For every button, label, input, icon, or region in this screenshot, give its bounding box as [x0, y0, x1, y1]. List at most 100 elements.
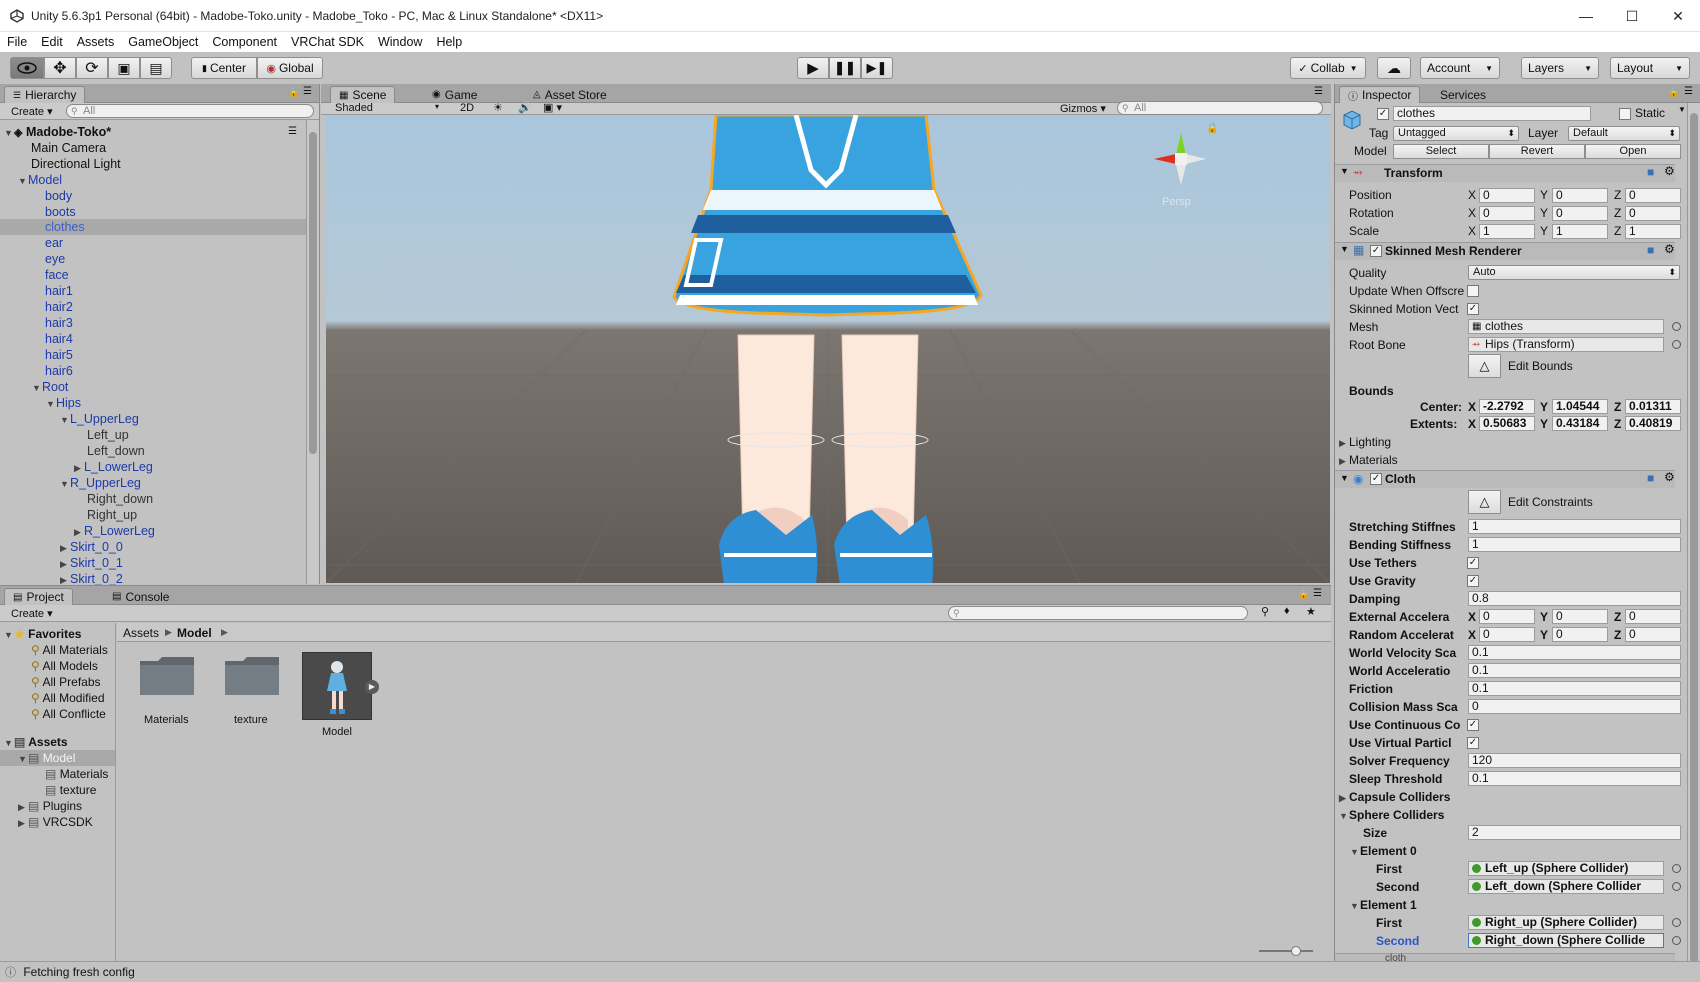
menu-component[interactable]: Component	[205, 35, 284, 49]
hierarchy-item-right-down[interactable]: Right_down	[87, 491, 153, 507]
model-revert-button[interactable]: Revert	[1489, 144, 1585, 159]
tab-inspector[interactable]: ⓘ Inspector	[1339, 86, 1421, 103]
collab-dropdown[interactable]: ✓ Collab ▼	[1290, 57, 1366, 79]
hierarchy-item-face[interactable]: face	[45, 267, 69, 283]
menu-assets[interactable]: Assets	[70, 35, 122, 49]
scene-menu-icon[interactable]: ☰	[288, 126, 297, 137]
hierarchy-item-hair1[interactable]: hair1	[45, 283, 73, 299]
panel-menu-icon[interactable]: ☰	[1314, 86, 1323, 97]
tab-game[interactable]: ◉ Game	[424, 86, 485, 103]
bounds-center-z-field[interactable]: 0.01311	[1625, 399, 1681, 414]
e0-second-field[interactable]: Left_down (Sphere Collider	[1468, 879, 1664, 894]
random-accel-x-field[interactable]: 0	[1479, 627, 1535, 642]
hierarchy-item-hair3[interactable]: hair3	[45, 315, 73, 331]
object-picker-icon[interactable]	[1672, 340, 1681, 349]
hierarchy-item-skirt-0-1[interactable]: ▶ Skirt_0_1	[60, 555, 123, 571]
update-offscreen-checkbox[interactable]	[1467, 285, 1479, 297]
rect-tool-button[interactable]: ▤	[140, 57, 172, 79]
hierarchy-item-left-down[interactable]: Left_down	[87, 443, 145, 459]
hierarchy-item-directional-light[interactable]: Directional Light	[31, 156, 121, 172]
quality-dropdown[interactable]: Auto	[1468, 265, 1680, 280]
hierarchy-item-model[interactable]: ▼Model	[18, 172, 62, 188]
tab-scene[interactable]: ▦ Scene	[330, 86, 396, 103]
favorite-star-icon[interactable]: ★	[1306, 605, 1316, 618]
friction-field[interactable]: 0.1	[1468, 681, 1681, 696]
panel-menu-icon[interactable]: ☰	[303, 86, 312, 97]
bending-field[interactable]: 1	[1468, 537, 1681, 552]
effects-toggle-icon[interactable]: ▣ ▾	[543, 101, 562, 114]
hierarchy-item-body[interactable]: body	[45, 188, 72, 204]
lock-icon[interactable]: 🔒	[288, 87, 299, 98]
rotation-z-field[interactable]: 0	[1625, 206, 1681, 221]
close-window-button[interactable]: ✕	[1655, 0, 1700, 32]
slider-thumb[interactable]	[1291, 946, 1301, 956]
menu-edit[interactable]: Edit	[34, 35, 70, 49]
assets-foldout[interactable]: ▼▤ Assets	[4, 734, 68, 750]
breadcrumb-assets[interactable]: Assets	[123, 626, 159, 640]
hand-tool-button[interactable]	[10, 57, 44, 79]
hierarchy-item-boots[interactable]: boots	[45, 204, 76, 220]
element1-foldout[interactable]: ▼Element 1	[1350, 898, 1417, 912]
static-checkbox[interactable]	[1619, 108, 1631, 120]
asset-model-prefab[interactable]: ▶ Model	[302, 652, 382, 738]
hierarchy-item-clothes[interactable]: clothes	[45, 219, 85, 235]
tab-console[interactable]: ▤ Console	[104, 588, 177, 605]
expand-arrow-icon[interactable]: ▼	[1340, 166, 1349, 176]
pivot-global-button[interactable]: ◉ Global	[257, 57, 323, 79]
help-book-icon[interactable]: ■	[1647, 243, 1654, 257]
damping-field[interactable]: 0.8	[1468, 591, 1681, 606]
favorite-all-models[interactable]: ⚲ All Models	[31, 658, 98, 674]
tree-model-folder[interactable]: ▼▤ Model	[18, 750, 75, 766]
pivot-center-button[interactable]: ▮ Center	[191, 57, 257, 79]
skinned-mesh-enabled-checkbox[interactable]: ✓	[1370, 245, 1382, 257]
e1-first-field[interactable]: Right_up (Sphere Collider)	[1468, 915, 1664, 930]
tree-materials-folder[interactable]: ▤ Materials	[45, 766, 108, 782]
tree-texture-folder[interactable]: ▤ texture	[45, 782, 96, 798]
play-button[interactable]: ▶	[797, 57, 829, 79]
object-picker-icon[interactable]	[1672, 918, 1681, 927]
position-y-field[interactable]: 0	[1552, 188, 1608, 203]
asset-materials-folder[interactable]: Materials	[138, 653, 200, 733]
bounds-extents-z-field[interactable]: 0.40819	[1625, 416, 1681, 431]
maximize-button[interactable]: ☐	[1609, 0, 1655, 32]
random-accel-z-field[interactable]: 0	[1625, 627, 1681, 642]
capsule-colliders-foldout[interactable]: ▶ Capsule Colliders	[1339, 790, 1450, 804]
hierarchy-item-l-lowerleg[interactable]: ▶ L_LowerLeg	[74, 459, 153, 475]
persp-label[interactable]: Persp	[1162, 196, 1191, 208]
hierarchy-item-root[interactable]: ▼Root	[32, 379, 68, 395]
filter-type-icon[interactable]: ⚲	[1261, 605, 1269, 618]
tree-vrcsdk-folder[interactable]: ▶ ▤ VRCSDK	[18, 814, 93, 830]
layout-dropdown[interactable]: Layout ▼	[1610, 57, 1690, 79]
project-create-dropdown[interactable]: Create ▾	[11, 607, 53, 620]
favorite-all-modified[interactable]: ⚲ All Modified	[31, 690, 105, 706]
help-book-icon[interactable]: ■	[1647, 471, 1654, 485]
position-x-field[interactable]: 0	[1479, 188, 1535, 203]
mesh-field[interactable]: ▦ clothes	[1468, 319, 1664, 334]
tab-services[interactable]: Services	[1432, 86, 1494, 103]
tag-dropdown[interactable]: Untagged	[1393, 126, 1519, 141]
layers-dropdown[interactable]: Layers ▼	[1521, 57, 1599, 79]
external-accel-y-field[interactable]: 0	[1552, 609, 1608, 624]
hierarchy-item-hair6[interactable]: hair6	[45, 363, 73, 379]
tab-hierarchy[interactable]: ☰ Hierarchy	[4, 86, 86, 103]
materials-foldout[interactable]: ▶ Materials	[1339, 453, 1398, 467]
gear-icon[interactable]: ⚙	[1664, 242, 1675, 256]
hierarchy-item-eye[interactable]: eye	[45, 251, 65, 267]
bounds-extents-x-field[interactable]: 0.50683	[1479, 416, 1535, 431]
hierarchy-item-skirt-0-0[interactable]: ▶ Skirt_0_0	[60, 539, 123, 555]
minimize-button[interactable]: —	[1563, 0, 1609, 32]
gizmos-dropdown[interactable]: Gizmos ▾	[1060, 102, 1106, 115]
2d-toggle[interactable]: 2D	[460, 102, 474, 114]
hierarchy-item-hair5[interactable]: hair5	[45, 347, 73, 363]
active-checkbox[interactable]: ✓	[1377, 108, 1389, 120]
bounds-center-y-field[interactable]: 1.04544	[1552, 399, 1608, 414]
hierarchy-item-hips[interactable]: ▼Hips	[46, 395, 81, 411]
gear-icon[interactable]: ⚙	[1664, 470, 1675, 484]
expand-prefab-icon[interactable]: ▶	[365, 680, 379, 694]
panel-menu-icon[interactable]: ☰	[1313, 588, 1322, 599]
scale-tool-button[interactable]: ▣	[108, 57, 140, 79]
filter-label-icon[interactable]: ♦	[1284, 605, 1290, 617]
favorite-all-materials[interactable]: ⚲ All Materials	[31, 642, 108, 658]
position-z-field[interactable]: 0	[1625, 188, 1681, 203]
world-velocity-field[interactable]: 0.1	[1468, 645, 1681, 660]
